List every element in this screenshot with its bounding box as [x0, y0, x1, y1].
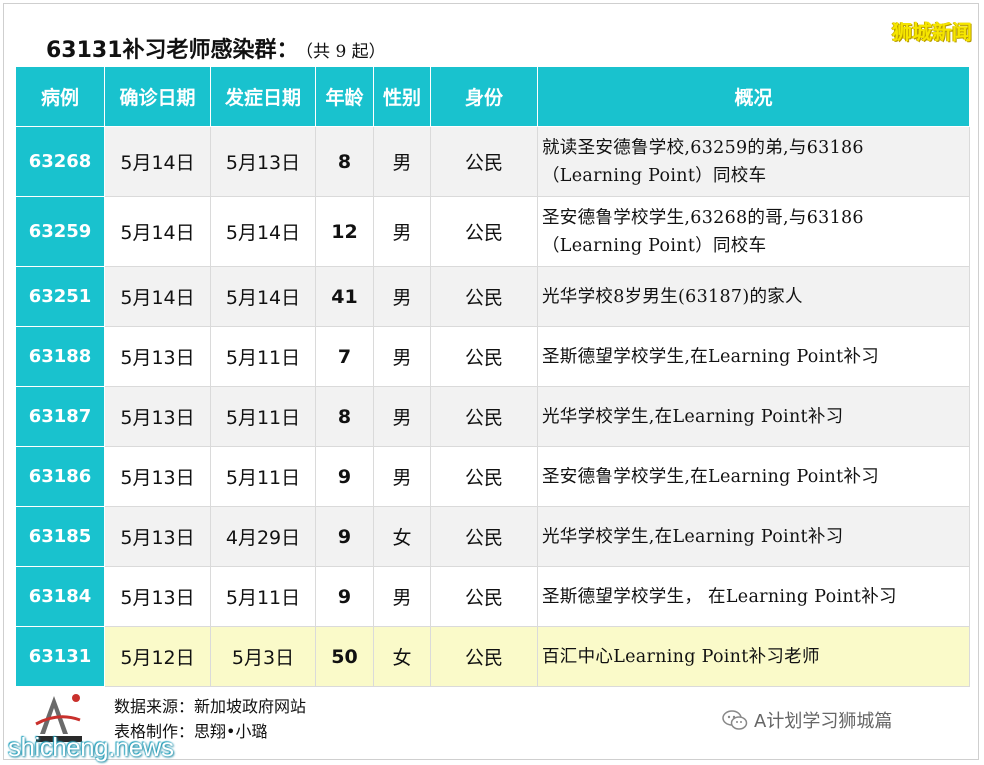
onset-date: 5月14日 — [210, 266, 316, 327]
age: 8 — [315, 126, 374, 197]
sex: 男 — [373, 386, 431, 447]
age: 9 — [315, 446, 374, 507]
status: 公民 — [430, 266, 538, 327]
case-id: 63186 — [15, 446, 105, 507]
summary: 圣斯德望学校学生,在Learning Point补习 — [537, 326, 970, 387]
onset-date: 5月11日 — [210, 386, 316, 447]
onset-date: 5月11日 — [210, 566, 316, 627]
case-id: 63251 — [15, 266, 105, 327]
status: 公民 — [430, 566, 538, 627]
header-status: 身份 — [430, 66, 538, 127]
header-case: 病例 — [15, 66, 105, 127]
status: 公民 — [430, 126, 538, 197]
summary-line: （Learning Point）同校车 — [542, 235, 767, 256]
table-row: 63184 5月13日 5月11日 9 男 公民 圣斯德望学校学生， 在Lear… — [15, 566, 970, 627]
case-id: 63184 — [15, 566, 105, 627]
case-id: 63268 — [15, 126, 105, 197]
header-age: 年龄 — [315, 66, 374, 127]
confirmed-date: 5月13日 — [104, 326, 211, 387]
confirmed-date: 5月13日 — [104, 506, 211, 567]
status: 公民 — [430, 386, 538, 447]
wechat-account-name: A计划学习狮城篇 — [754, 711, 893, 732]
summary: 圣斯德望学校学生， 在Learning Point补习 — [537, 566, 970, 627]
confirmed-date: 5月12日 — [104, 626, 211, 687]
case-id: 63131 — [15, 626, 105, 687]
sex: 男 — [373, 266, 431, 327]
sex: 女 — [373, 626, 431, 687]
summary: 百汇中心Learning Point补习老师 — [537, 626, 970, 687]
status: 公民 — [430, 626, 538, 687]
wechat-icon — [722, 710, 748, 730]
table-header-row: 病例 确诊日期 发症日期 年龄 性别 身份 概况 — [15, 66, 970, 127]
age: 50 — [315, 626, 374, 687]
summary: 光华学校学生,在Learning Point补习 — [537, 506, 970, 567]
data-source: 数据来源：新加坡政府网站 — [114, 697, 307, 716]
confirmed-date: 5月13日 — [104, 566, 211, 627]
table-row: 63188 5月13日 5月11日 7 男 公民 圣斯德望学校学生,在Learn… — [15, 326, 970, 387]
sex: 男 — [373, 566, 431, 627]
sex: 男 — [373, 126, 431, 197]
brand-logo-text: 狮城新闻 — [892, 20, 972, 44]
sex: 男 — [373, 196, 431, 267]
confirmed-date: 5月13日 — [104, 386, 211, 447]
summary: 光华学校学生,在Learning Point补习 — [537, 386, 970, 447]
status: 公民 — [430, 196, 538, 267]
onset-date: 5月11日 — [210, 446, 316, 507]
age: 9 — [315, 506, 374, 567]
confirmed-date: 5月14日 — [104, 126, 211, 197]
age: 41 — [315, 266, 374, 327]
age: 7 — [315, 326, 374, 387]
header-summary: 概况 — [537, 66, 970, 127]
sex: 男 — [373, 326, 431, 387]
title-count: （共 9 起） — [304, 42, 386, 62]
summary-line: （Learning Point）同校车 — [542, 165, 767, 186]
summary: 光华学校8岁男生(63187)的家人 — [537, 266, 970, 327]
confirmed-date: 5月14日 — [104, 266, 211, 327]
age: 9 — [315, 566, 374, 627]
table-row: 63187 5月13日 5月11日 8 男 公民 光华学校学生,在Learnin… — [15, 386, 970, 447]
header-sex: 性别 — [373, 66, 431, 127]
onset-date: 4月29日 — [210, 506, 316, 567]
onset-date: 5月13日 — [210, 126, 316, 197]
case-table: 病例 确诊日期 发症日期 年龄 性别 身份 概况 63268 5月14日 5月1… — [15, 66, 970, 687]
status: 公民 — [430, 506, 538, 567]
onset-date: 5月11日 — [210, 326, 316, 387]
title-text: 63131补习老师感染群： — [46, 38, 299, 63]
onset-date: 5月3日 — [210, 626, 316, 687]
status: 公民 — [430, 446, 538, 507]
case-id: 63187 — [15, 386, 105, 447]
table-row: 63251 5月14日 5月14日 41 男 公民 光华学校8岁男生(63187… — [15, 266, 970, 327]
case-id: 63185 — [15, 506, 105, 567]
site-watermark: shicheng.news — [8, 732, 174, 762]
case-id: 63188 — [15, 326, 105, 387]
sex: 女 — [373, 506, 431, 567]
summary: 圣安德鲁学校学生,63268的哥,与63186 （Learning Point）同… — [537, 196, 970, 267]
page-title: 63131补习老师感染群： （共 9 起） — [46, 32, 386, 63]
status: 公民 — [430, 326, 538, 387]
table-row: 63185 5月13日 4月29日 9 女 公民 光华学校学生,在Learnin… — [15, 506, 970, 567]
onset-date: 5月14日 — [210, 196, 316, 267]
summary: 圣安德鲁学校学生,在Learning Point补习 — [537, 446, 970, 507]
table-row-highlighted: 63131 5月12日 5月3日 50 女 公民 百汇中心Learning Po… — [15, 626, 970, 687]
header-confirmed-date: 确诊日期 — [104, 66, 211, 127]
confirmed-date: 5月13日 — [104, 446, 211, 507]
table-row: 63186 5月13日 5月11日 9 男 公民 圣安德鲁学校学生,在Learn… — [15, 446, 970, 507]
case-id: 63259 — [15, 196, 105, 267]
summary: 就读圣安德鲁学校,63259的弟,与63186 （Learning Point）同… — [537, 126, 970, 197]
age: 8 — [315, 386, 374, 447]
table-row: 63259 5月14日 5月14日 12 男 公民 圣安德鲁学校学生,63268… — [15, 196, 970, 267]
table-row: 63268 5月14日 5月13日 8 男 公民 就读圣安德鲁学校,63259的… — [15, 126, 970, 197]
wechat-account: A计划学习狮城篇 — [722, 707, 892, 733]
summary-line: 圣安德鲁学校学生,63268的哥,与63186 — [542, 207, 864, 228]
confirmed-date: 5月14日 — [104, 196, 211, 267]
sex: 男 — [373, 446, 431, 507]
header-onset-date: 发症日期 — [210, 66, 316, 127]
summary-line: 就读圣安德鲁学校,63259的弟,与63186 — [542, 137, 864, 158]
age: 12 — [315, 196, 374, 267]
